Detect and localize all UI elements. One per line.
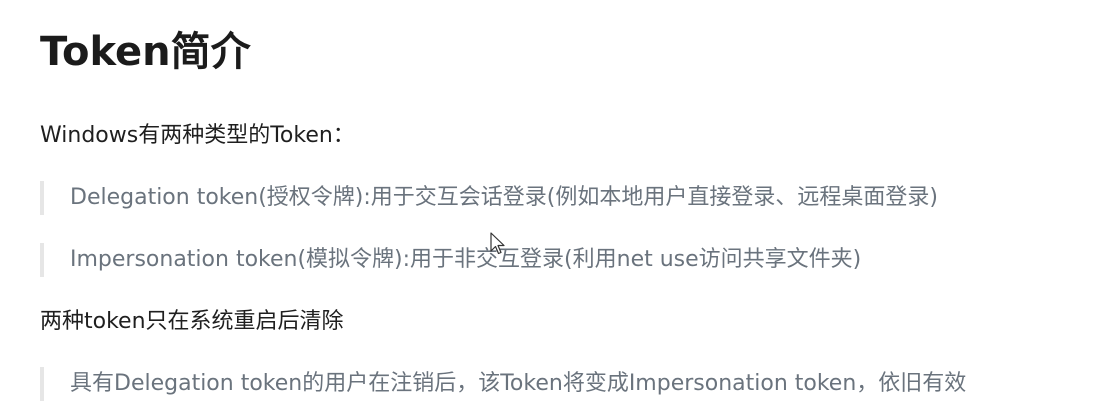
intro-paragraph: Windows有两种类型的Token： (40, 123, 355, 148)
blockquote-logout-note: 具有Delegation token的用户在注销后，该Token将变成Imper… (40, 367, 966, 401)
blockquote-delegation-token: Delegation token(授权令牌):用于交互会话登录(例如本地用户直接… (40, 181, 938, 215)
blockquote-impersonation-token: Impersonation token(模拟令牌):用于非交互登录(利用net … (40, 243, 861, 277)
document-page: Token简介 Windows有两种类型的Token： Delegation t… (0, 0, 1114, 415)
mouse-pointer-icon (490, 232, 505, 255)
clear-note-paragraph: 两种token只在系统重启后清除 (40, 309, 344, 334)
page-title: Token简介 (40, 29, 251, 75)
